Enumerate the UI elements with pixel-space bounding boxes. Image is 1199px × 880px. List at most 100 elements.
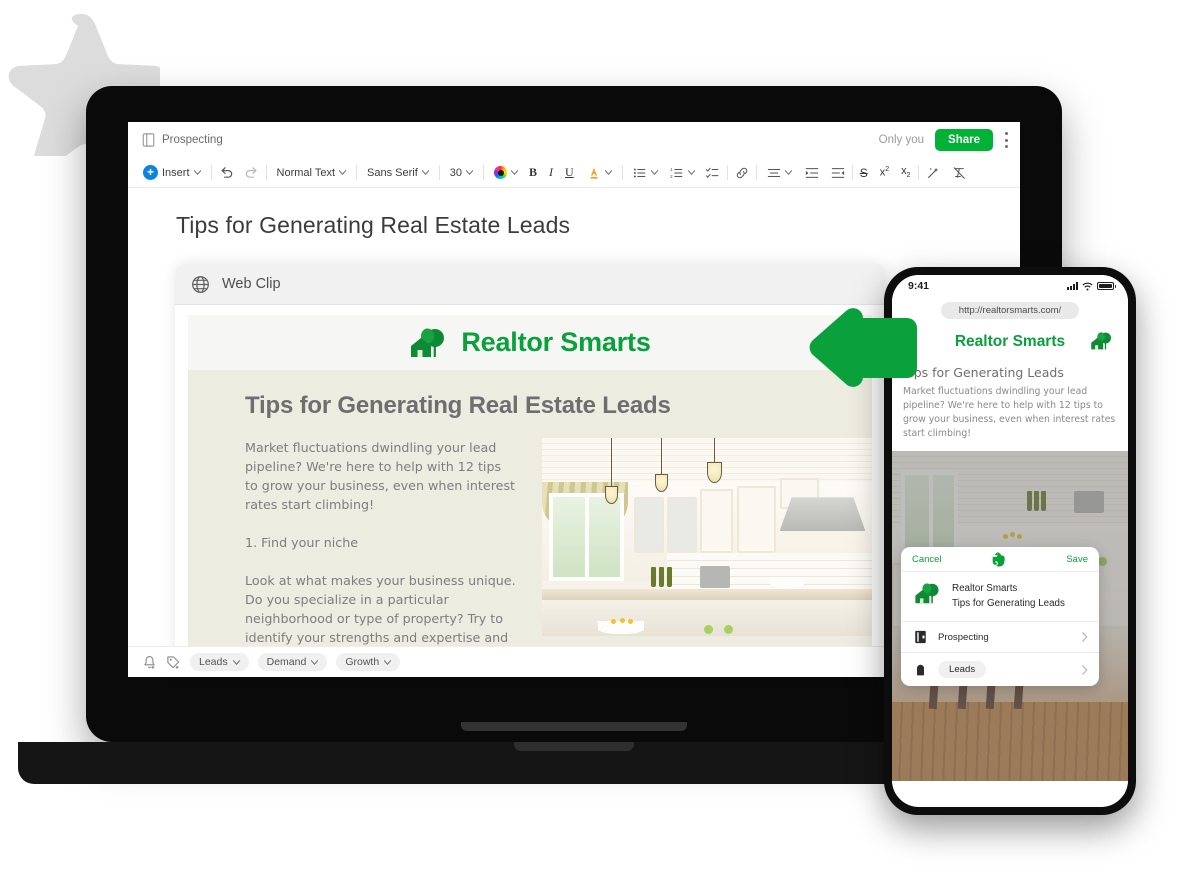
font-family-dropdown[interactable]: Sans Serif	[364, 166, 432, 180]
battery-full-icon	[1097, 281, 1116, 291]
notebook-name: Prospecting	[162, 134, 223, 146]
numbered-list-icon: 12	[670, 166, 682, 179]
italic-button[interactable]: I	[549, 165, 553, 180]
sheet-toolbar: Cancel Save	[901, 547, 1099, 572]
phone-article-text: Tips for Generating Leads Market fluctua…	[892, 361, 1128, 441]
toolbar-divider	[621, 165, 623, 180]
indent-increase-icon[interactable]	[805, 166, 819, 180]
bulleted-list-button[interactable]	[630, 165, 661, 181]
font-size-value: 30	[449, 166, 462, 179]
web-clip-title: Web Clip	[222, 276, 281, 292]
strikethrough-button[interactable]: S	[860, 166, 868, 180]
phone-status-bar: 9:41	[892, 275, 1128, 297]
globe-icon	[192, 275, 209, 293]
paragraph-style-dropdown[interactable]: Normal Text	[274, 166, 349, 180]
tag-icon	[917, 664, 924, 675]
notebook-name: Prospecting	[938, 631, 989, 643]
chevron-down-icon	[784, 170, 792, 175]
toolbar-divider	[210, 165, 212, 180]
sheet-row-tags[interactable]: Leads	[901, 653, 1099, 686]
bulleted-list-icon	[633, 168, 645, 177]
chevron-down-icon	[421, 170, 429, 175]
article-heading: Tips for Generating Real Estate Leads	[245, 392, 671, 419]
checklist-icon[interactable]	[705, 166, 720, 180]
screenshot-stage: Prospecting Only you Share + Insert Norm…	[0, 0, 1199, 880]
highlight-icon	[590, 167, 598, 179]
align-button[interactable]	[764, 165, 795, 181]
notebook-icon	[142, 133, 155, 147]
clear-formatting-icon[interactable]	[952, 166, 966, 180]
toolbar-divider	[356, 165, 357, 180]
insert-label: Insert	[162, 166, 190, 179]
align-icon	[767, 168, 780, 177]
tag-label: Growth	[345, 656, 380, 668]
phone-brand-bar: Realtor Smarts	[892, 323, 1128, 361]
share-button[interactable]: Share	[935, 129, 993, 151]
chevron-down-icon	[687, 170, 695, 175]
notebook-icon	[915, 630, 926, 644]
tag-label: Demand	[266, 656, 307, 668]
link-icon[interactable]	[735, 166, 749, 180]
font-family-value: Sans Serif	[367, 166, 418, 179]
tag-chip-demand[interactable]: Demand	[257, 653, 328, 671]
chevron-down-icon	[604, 170, 612, 175]
tag-chip[interactable]: Leads	[938, 661, 987, 678]
highlight-color-button[interactable]	[584, 165, 615, 181]
sheet-row-notebook[interactable]: Prospecting	[901, 622, 1099, 653]
paragraph-style-value: Normal Text	[276, 166, 335, 179]
sparkle-wand-icon[interactable]	[926, 166, 940, 180]
toolbar-divider	[917, 165, 919, 180]
save-button[interactable]: Save	[1066, 554, 1088, 565]
chevron-down-icon	[650, 170, 658, 175]
laptop-hinge-notch	[461, 722, 687, 731]
url-text: http://realtorsmarts.com/	[940, 301, 1080, 319]
chevron-right-icon	[1082, 664, 1088, 675]
chevron-right-icon	[1082, 632, 1088, 642]
svg-text:2: 2	[670, 173, 673, 179]
phone-brand-name: Realtor Smarts	[954, 333, 1066, 350]
add-reminder-icon[interactable]	[142, 655, 157, 670]
undo-icon[interactable]	[219, 165, 234, 180]
phone-url-bar[interactable]: http://realtorsmarts.com/	[892, 297, 1128, 323]
color-wheel-icon	[494, 166, 507, 179]
numbered-list-button[interactable]: 12	[667, 165, 698, 181]
svg-text:1: 1	[670, 166, 673, 172]
article-image	[542, 438, 872, 636]
toolbar-divider	[265, 165, 267, 180]
underline-button[interactable]: U	[565, 165, 574, 180]
note-preview: Realtor Smarts Tips for Generating Leads	[901, 572, 1099, 622]
chevron-down-icon	[511, 170, 518, 175]
phone-article-body: Market fluctuations dwindling your lead …	[903, 386, 1116, 439]
toolbar-divider	[726, 165, 728, 180]
notebook-breadcrumb[interactable]: Prospecting	[142, 133, 223, 147]
phone-web-page: Realtor Smarts Tips for Generating Leads…	[892, 323, 1128, 795]
font-size-dropdown[interactable]: 30	[447, 166, 476, 180]
plus-circle-icon: +	[143, 165, 158, 180]
add-tag-icon[interactable]	[166, 655, 181, 670]
status-time: 9:41	[908, 280, 930, 292]
tag-chip-leads[interactable]: Leads	[190, 653, 249, 671]
wifi-icon	[1082, 282, 1093, 291]
left-pointing-arrow	[809, 308, 917, 387]
web-clip-article: Tips for Generating Real Estate Leads Ma…	[188, 370, 872, 666]
phone-article-heading: Tips for Generating Leads	[903, 365, 1064, 380]
page-title: Tips for Generating Real Estate Leads	[176, 212, 571, 238]
toolbar-divider	[755, 165, 757, 180]
tag-chip-growth[interactable]: Growth	[336, 653, 401, 671]
redo-icon[interactable]	[244, 165, 259, 180]
bold-button[interactable]: B	[529, 165, 537, 180]
indent-decrease-icon[interactable]	[831, 166, 845, 180]
chevron-down-icon	[311, 659, 319, 665]
subscript-button[interactable]: x2	[901, 165, 910, 179]
web-clip-brand-bar: Realtor Smarts	[188, 315, 872, 370]
superscript-button[interactable]: x2	[880, 166, 889, 179]
article-paragraph: 1. Find your niche	[245, 535, 359, 550]
chevron-down-icon	[339, 170, 346, 175]
text-color-picker[interactable]	[491, 165, 521, 180]
document-toolbar: + Insert Normal Text Sans Serif 30 B I U…	[128, 158, 1020, 188]
insert-button[interactable]: + Insert	[140, 164, 204, 181]
web-clip-body: Realtor Smarts Tips for Generating Real …	[175, 315, 885, 677]
cancel-button[interactable]: Cancel	[912, 554, 942, 565]
house-trees-logo-icon	[1091, 332, 1111, 350]
kebab-menu-icon[interactable]	[1004, 132, 1008, 148]
